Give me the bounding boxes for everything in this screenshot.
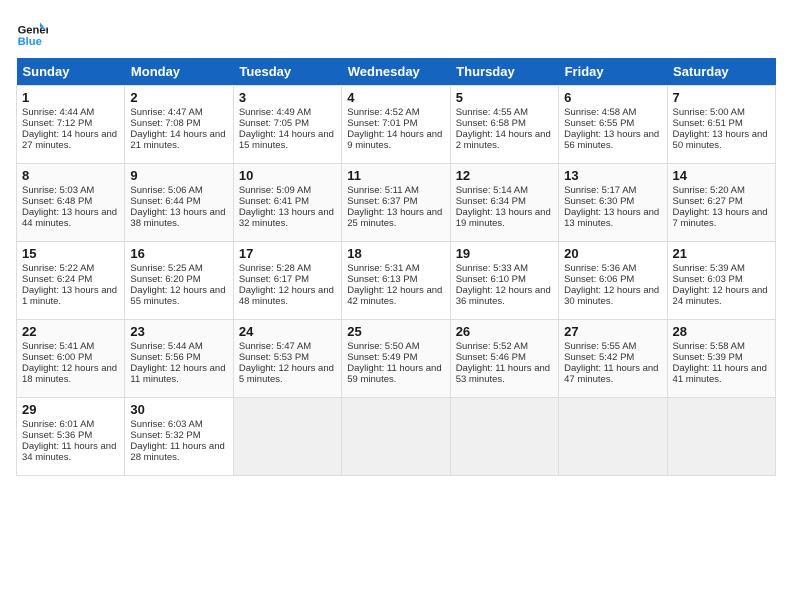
calendar-day-5: 5Sunrise: 4:55 AMSunset: 6:58 PMDaylight…	[450, 86, 558, 164]
svg-text:Blue: Blue	[18, 36, 42, 48]
calendar-day-30: 30Sunrise: 6:03 AMSunset: 5:32 PMDayligh…	[125, 398, 233, 476]
calendar-day-15: 15Sunrise: 5:22 AMSunset: 6:24 PMDayligh…	[17, 242, 125, 320]
calendar-day-27: 27Sunrise: 5:55 AMSunset: 5:42 PMDayligh…	[559, 320, 667, 398]
calendar-day-26: 26Sunrise: 5:52 AMSunset: 5:46 PMDayligh…	[450, 320, 558, 398]
logo-icon: General Blue	[16, 16, 48, 48]
calendar-day-9: 9Sunrise: 5:06 AMSunset: 6:44 PMDaylight…	[125, 164, 233, 242]
calendar-week-4: 22Sunrise: 5:41 AMSunset: 6:00 PMDayligh…	[17, 320, 776, 398]
calendar-week-1: 1Sunrise: 4:44 AMSunset: 7:12 PMDaylight…	[17, 86, 776, 164]
calendar-empty-cell	[667, 398, 775, 476]
calendar-day-23: 23Sunrise: 5:44 AMSunset: 5:56 PMDayligh…	[125, 320, 233, 398]
calendar-day-11: 11Sunrise: 5:11 AMSunset: 6:37 PMDayligh…	[342, 164, 450, 242]
calendar-header-row: SundayMondayTuesdayWednesdayThursdayFrid…	[17, 58, 776, 86]
header-monday: Monday	[125, 58, 233, 86]
calendar-day-20: 20Sunrise: 5:36 AMSunset: 6:06 PMDayligh…	[559, 242, 667, 320]
calendar-empty-cell	[342, 398, 450, 476]
header-tuesday: Tuesday	[233, 58, 341, 86]
calendar-week-3: 15Sunrise: 5:22 AMSunset: 6:24 PMDayligh…	[17, 242, 776, 320]
calendar-day-6: 6Sunrise: 4:58 AMSunset: 6:55 PMDaylight…	[559, 86, 667, 164]
header-saturday: Saturday	[667, 58, 775, 86]
calendar-day-14: 14Sunrise: 5:20 AMSunset: 6:27 PMDayligh…	[667, 164, 775, 242]
calendar-day-12: 12Sunrise: 5:14 AMSunset: 6:34 PMDayligh…	[450, 164, 558, 242]
calendar-day-10: 10Sunrise: 5:09 AMSunset: 6:41 PMDayligh…	[233, 164, 341, 242]
calendar-week-5: 29Sunrise: 6:01 AMSunset: 5:36 PMDayligh…	[17, 398, 776, 476]
calendar-day-8: 8Sunrise: 5:03 AMSunset: 6:48 PMDaylight…	[17, 164, 125, 242]
calendar-week-2: 8Sunrise: 5:03 AMSunset: 6:48 PMDaylight…	[17, 164, 776, 242]
calendar-day-29: 29Sunrise: 6:01 AMSunset: 5:36 PMDayligh…	[17, 398, 125, 476]
calendar-empty-cell	[450, 398, 558, 476]
calendar-empty-cell	[559, 398, 667, 476]
header-wednesday: Wednesday	[342, 58, 450, 86]
calendar-day-17: 17Sunrise: 5:28 AMSunset: 6:17 PMDayligh…	[233, 242, 341, 320]
svg-text:General: General	[18, 25, 48, 37]
calendar-day-22: 22Sunrise: 5:41 AMSunset: 6:00 PMDayligh…	[17, 320, 125, 398]
calendar-day-7: 7Sunrise: 5:00 AMSunset: 6:51 PMDaylight…	[667, 86, 775, 164]
calendar-day-28: 28Sunrise: 5:58 AMSunset: 5:39 PMDayligh…	[667, 320, 775, 398]
calendar-day-19: 19Sunrise: 5:33 AMSunset: 6:10 PMDayligh…	[450, 242, 558, 320]
calendar-day-3: 3Sunrise: 4:49 AMSunset: 7:05 PMDaylight…	[233, 86, 341, 164]
calendar-day-13: 13Sunrise: 5:17 AMSunset: 6:30 PMDayligh…	[559, 164, 667, 242]
calendar-day-1: 1Sunrise: 4:44 AMSunset: 7:12 PMDaylight…	[17, 86, 125, 164]
calendar-day-16: 16Sunrise: 5:25 AMSunset: 6:20 PMDayligh…	[125, 242, 233, 320]
calendar-day-21: 21Sunrise: 5:39 AMSunset: 6:03 PMDayligh…	[667, 242, 775, 320]
page-header: General Blue	[16, 16, 776, 48]
calendar-table: SundayMondayTuesdayWednesdayThursdayFrid…	[16, 58, 776, 476]
calendar-day-25: 25Sunrise: 5:50 AMSunset: 5:49 PMDayligh…	[342, 320, 450, 398]
header-thursday: Thursday	[450, 58, 558, 86]
calendar-day-2: 2Sunrise: 4:47 AMSunset: 7:08 PMDaylight…	[125, 86, 233, 164]
calendar-empty-cell	[233, 398, 341, 476]
logo: General Blue	[16, 16, 48, 48]
calendar-day-24: 24Sunrise: 5:47 AMSunset: 5:53 PMDayligh…	[233, 320, 341, 398]
calendar-day-4: 4Sunrise: 4:52 AMSunset: 7:01 PMDaylight…	[342, 86, 450, 164]
header-sunday: Sunday	[17, 58, 125, 86]
calendar-day-18: 18Sunrise: 5:31 AMSunset: 6:13 PMDayligh…	[342, 242, 450, 320]
header-friday: Friday	[559, 58, 667, 86]
